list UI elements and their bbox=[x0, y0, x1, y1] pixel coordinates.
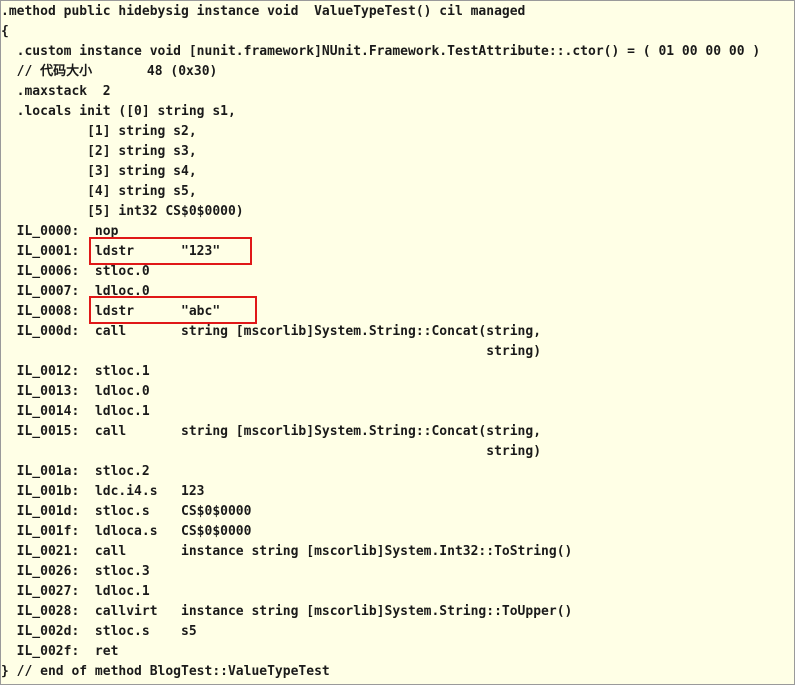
code-line: .custom instance void [nunit.framework]N… bbox=[1, 44, 761, 59]
code-line: IL_0026: stloc.3 bbox=[1, 564, 150, 579]
code-line: } // end of method BlogTest::ValueTypeTe… bbox=[1, 664, 330, 679]
code-line: IL_0006: stloc.0 bbox=[1, 264, 150, 279]
code-line: IL_0014: ldloc.1 bbox=[1, 404, 150, 419]
code-line: IL_002d: stloc.s s5 bbox=[1, 624, 197, 639]
code-line: IL_0027: ldloc.1 bbox=[1, 584, 150, 599]
code-line: IL_0028: callvirt instance string [mscor… bbox=[1, 604, 573, 619]
code-viewer: .method public hidebysig instance void V… bbox=[0, 0, 795, 685]
code-line: .method public hidebysig instance void V… bbox=[1, 4, 526, 19]
code-line: IL_001b: ldc.i4.s 123 bbox=[1, 484, 205, 499]
code-line: .locals init ([0] string s1, bbox=[1, 104, 236, 119]
highlight-box-ldstr-123 bbox=[89, 237, 252, 265]
code-line: string) bbox=[1, 444, 542, 459]
code-line: IL_0021: call instance string [mscorlib]… bbox=[1, 544, 573, 559]
code-line: string) bbox=[1, 344, 542, 359]
code-line: .maxstack 2 bbox=[1, 84, 111, 99]
code-line: IL_001d: stloc.s CS$0$0000 bbox=[1, 504, 252, 519]
code-line: [5] int32 CS$0$0000) bbox=[1, 204, 244, 219]
code-line: [3] string s4, bbox=[1, 164, 197, 179]
code-line: IL_0015: call string [mscorlib]System.St… bbox=[1, 424, 542, 439]
code-line: [4] string s5, bbox=[1, 184, 197, 199]
code-line: IL_0013: ldloc.0 bbox=[1, 384, 150, 399]
code-line: { bbox=[1, 24, 9, 39]
code-line: [2] string s3, bbox=[1, 144, 197, 159]
code-line: // 代码大小 48 (0x30) bbox=[1, 64, 218, 79]
code-line: IL_0012: stloc.1 bbox=[1, 364, 150, 379]
code-line: IL_001a: stloc.2 bbox=[1, 464, 150, 479]
code-line: IL_001f: ldloca.s CS$0$0000 bbox=[1, 524, 252, 539]
code-line: IL_000d: call string [mscorlib]System.St… bbox=[1, 324, 542, 339]
code-line: [1] string s2, bbox=[1, 124, 197, 139]
code-line: IL_002f: ret bbox=[1, 644, 119, 659]
highlight-box-ldstr-abc bbox=[89, 296, 257, 324]
